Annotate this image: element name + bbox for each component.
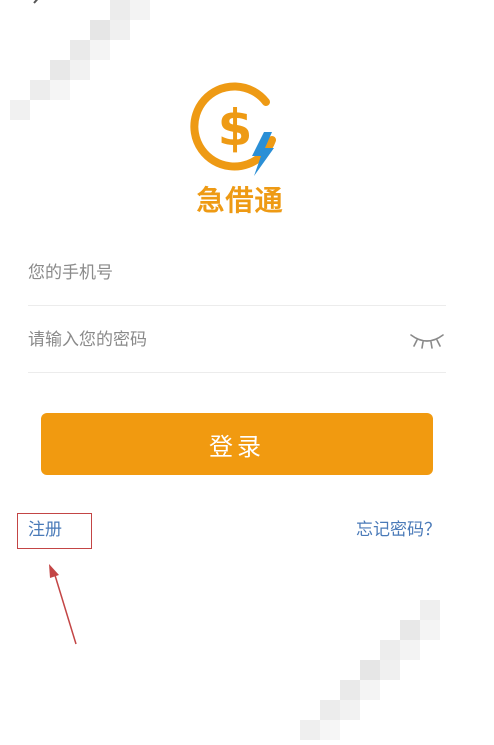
dollar-bolt-icon: $ (190, 82, 276, 176)
mosaic-bottom-right (300, 600, 470, 745)
back-icon[interactable] (30, 0, 50, 10)
phone-input[interactable] (28, 240, 388, 306)
eye-closed-icon[interactable] (408, 330, 446, 350)
register-link[interactable]: 注册 (28, 518, 62, 542)
login-screen: $ 急借通 登录 注册 忘记密码？ (0, 0, 494, 745)
forgot-password-link[interactable]: 忘记密码？ (356, 518, 441, 542)
password-field-row (28, 307, 446, 373)
password-input[interactable] (28, 307, 388, 373)
login-button[interactable]: 登录 (41, 413, 433, 475)
mosaic-top-left (0, 0, 170, 120)
annotation-arrow-icon (49, 564, 77, 645)
brand-name: 急借通 (196, 184, 284, 217)
logo-dollar: $ (218, 99, 253, 157)
phone-field-row (28, 240, 446, 306)
